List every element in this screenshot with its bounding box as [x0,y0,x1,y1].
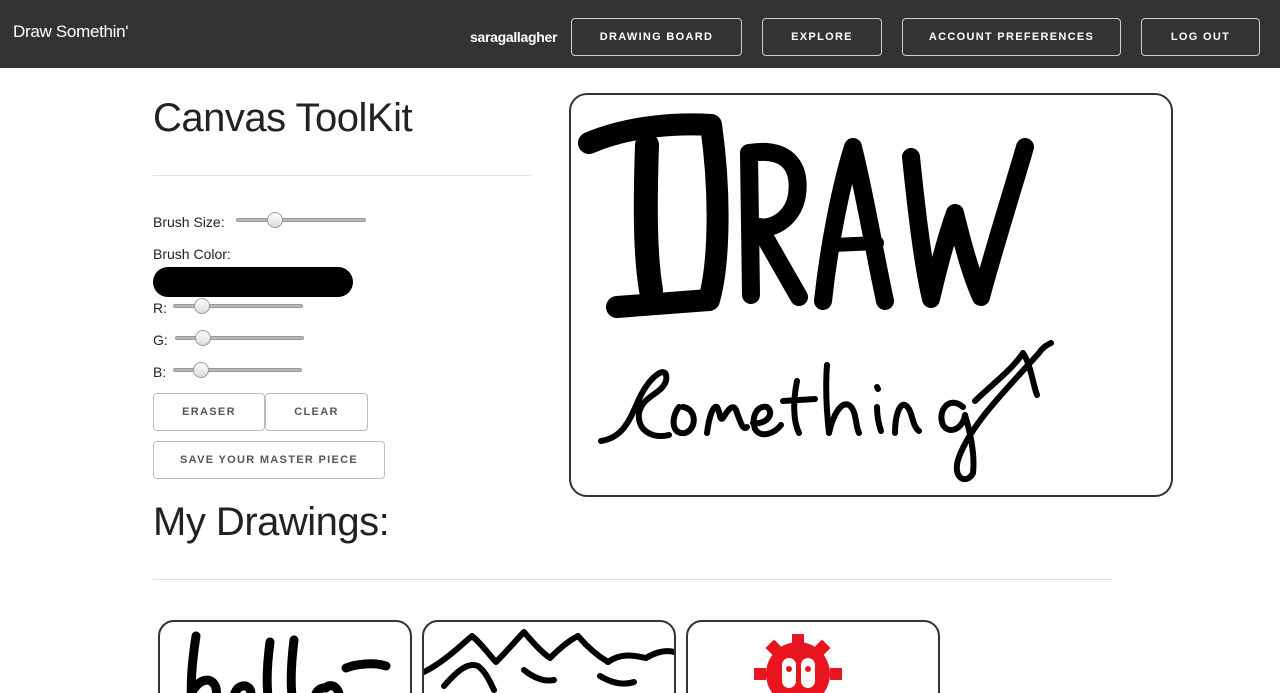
brush-size-slider[interactable] [236,212,366,228]
slider-thumb[interactable] [194,298,210,314]
green-channel-slider[interactable] [175,330,304,346]
log-out-button[interactable]: LOG OUT [1141,18,1260,56]
save-masterpiece-button[interactable]: SAVE YOUR MASTER PIECE [153,441,385,479]
drawing-thumbnail-mountains[interactable] [422,620,676,693]
red-channel-label: R: [153,300,167,316]
red-gear-drawing [754,634,842,693]
account-preferences-button[interactable]: ACCOUNT PREFERENCES [902,18,1121,56]
brush-size-label: Brush Size: [153,214,225,230]
canvas-drawing [578,113,1054,482]
red-channel-slider[interactable] [173,298,303,314]
toolkit-title: Canvas ToolKit [153,96,413,140]
username-label: saragallagher [470,29,558,45]
drawing-canvas[interactable] [569,93,1173,497]
slider-thumb[interactable] [195,330,211,346]
drawing-thumbnail-hello[interactable] [158,620,412,693]
divider [153,175,531,176]
blue-channel-slider[interactable] [173,362,302,378]
slider-thumb[interactable] [193,362,209,378]
drawing-thumbnail-red-gear[interactable] [686,620,940,693]
explore-button[interactable]: EXPLORE [762,18,882,56]
my-drawings-title: My Drawings: [153,500,390,544]
brush-color-label: Brush Color: [153,246,231,262]
divider [153,579,1113,580]
brand-logo-text[interactable]: Draw Somethin' [13,22,129,42]
hello-drawing [186,631,391,693]
drawing-board-button[interactable]: DRAWING BOARD [571,18,742,56]
eraser-button[interactable]: ERASER [153,393,265,431]
green-channel-label: G: [153,332,168,348]
brush-color-swatch[interactable] [153,267,353,297]
mountains-drawing [424,629,674,693]
slider-thumb[interactable] [267,212,283,228]
navbar: Draw Somethin' saragallagher DRAWING BOA… [0,0,1280,68]
blue-channel-label: B: [153,364,167,380]
clear-button[interactable]: CLEAR [265,393,368,431]
